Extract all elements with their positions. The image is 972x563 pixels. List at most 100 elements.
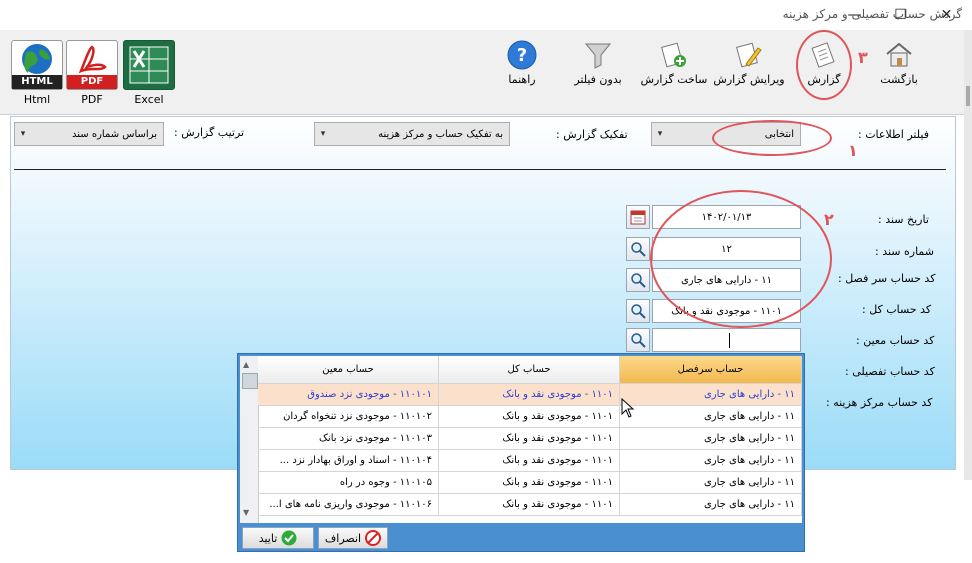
confirm-button[interactable]: تایید	[242, 527, 314, 549]
cost-center-label: کد حساب مرکز هزینه :	[826, 396, 933, 409]
html-label: Html	[23, 93, 51, 106]
annotation-ellipse-1	[712, 120, 832, 156]
specific-account-label: کد حساب معین :	[856, 334, 935, 347]
annotation-ellipse-3	[796, 30, 852, 100]
edit-report-button[interactable]: ویرایش گزارش	[712, 40, 786, 110]
home-icon	[886, 42, 912, 67]
export-excel-button[interactable]: Excel	[123, 40, 175, 110]
pdf-label: PDF	[81, 93, 103, 106]
back-button[interactable]: بازگشت	[876, 40, 922, 110]
search-icon	[631, 273, 646, 288]
add-report-icon	[661, 42, 686, 68]
doc-number-search-button[interactable]	[626, 237, 650, 261]
excel-label: Excel	[134, 93, 164, 106]
cancel-label: انصراف	[324, 531, 362, 545]
header-account-label: کد حساب سر فصل :	[838, 272, 936, 285]
header-account-search-button[interactable]	[626, 268, 650, 292]
general-account-search-button[interactable]	[626, 299, 650, 323]
back-label: بازگشت	[880, 73, 918, 86]
column-header-specific-account[interactable]: حساب معین	[258, 356, 439, 384]
search-icon	[631, 333, 646, 348]
doc-date-label: تاریخ سند :	[878, 213, 929, 226]
table-cell[interactable]: ۱۱۰۱ - موجودی نقد و بانک	[439, 472, 620, 494]
lookup-grid: ▲ ▼ حساب سرفصل حساب کل حساب معین ۱۱ - دا…	[240, 356, 802, 523]
toolbar: HTML Html PDF PDF Excel ? راهنما بدون فی…	[0, 30, 972, 115]
svg-text:?: ?	[517, 45, 527, 66]
general-account-label: کد حساب کل :	[862, 303, 932, 316]
info-filter-label: فیلتر اطلاعات :	[858, 128, 929, 141]
order-label: ترتیب گزارش :	[174, 126, 245, 139]
table-cell[interactable]: ۱۱ - دارایی های جاری	[620, 450, 802, 472]
order-value: براساس شماره سند	[72, 128, 157, 140]
search-icon	[631, 304, 646, 319]
table-cell[interactable]: ۱۱۰۱ - موجودی نقد و بانک	[439, 384, 620, 406]
table-cell[interactable]: ۱۱۰۱ - موجودی نقد و بانک	[439, 428, 620, 450]
chevron-down-icon: ▾	[657, 129, 663, 139]
table-cell[interactable]: ۱۱ - دارایی های جاری	[620, 472, 802, 494]
no-filter-button[interactable]: بدون فیلتر	[568, 40, 628, 110]
title-bar: — ☐ ✕ گردش حساب تفصیلی و مرکز هزینه	[0, 0, 972, 30]
table-cell[interactable]: ۱۱۰۱ - موجودی نقد و بانک	[439, 406, 620, 428]
edit-report-label: ویرایش گزارش	[713, 73, 785, 86]
help-button[interactable]: ? راهنما	[500, 40, 544, 110]
annotation-number-2: ۲	[824, 210, 834, 229]
scroll-up-icon[interactable]: ▲	[243, 360, 249, 369]
chevron-down-icon: ▾	[20, 129, 26, 139]
scroll-thumb[interactable]	[242, 373, 258, 389]
pdf-badge: PDF	[80, 76, 104, 87]
mouse-pointer-icon	[621, 398, 635, 418]
table-cell[interactable]: ۱۱ - دارایی های جاری	[620, 406, 802, 428]
account-lookup-popup: ▲ ▼ حساب سرفصل حساب کل حساب معین ۱۱ - دا…	[237, 353, 805, 552]
check-icon	[281, 530, 297, 546]
build-report-label: ساخت گزارش	[640, 73, 708, 86]
order-select[interactable]: براساس شماره سند ▾	[14, 122, 164, 146]
funnel-icon	[584, 43, 612, 69]
help-icon: ?	[507, 40, 537, 70]
breakdown-select[interactable]: به تفکیک حساب و مرکز هزینه ▾	[314, 122, 510, 146]
calendar-button[interactable]	[626, 205, 650, 229]
breakdown-value: به تفکیک حساب و مرکز هزینه	[378, 128, 503, 140]
specific-account-search-button[interactable]	[626, 328, 650, 352]
table-cell[interactable]: ۱۱۰۱۰۵ - وجوه در راه	[258, 472, 439, 494]
scroll-down-icon[interactable]: ▼	[243, 508, 249, 517]
text-cursor	[729, 333, 730, 348]
html-badge: HTML	[21, 76, 53, 87]
confirm-label: تایید	[258, 531, 278, 545]
window-title: گردش حساب تفصیلی و مرکز هزینه	[782, 7, 962, 21]
search-icon	[631, 242, 646, 257]
build-report-button[interactable]: ساخت گزارش	[640, 40, 708, 110]
table-cell[interactable]: ۱۱۰۱۰۱ - موجودی نزد صندوق	[258, 384, 439, 406]
table-cell[interactable]: ۱۱۰۱۰۲ - موجودی نزد تنخواه گردان	[258, 406, 439, 428]
table-cell[interactable]: ۱۱ - دارایی های جاری	[620, 384, 802, 406]
doc-number-label: شماره سند :	[875, 245, 935, 258]
table-cell[interactable]: ۱۱۰۱ - موجودی نقد و بانک	[439, 450, 620, 472]
scroll-thumb[interactable]	[966, 86, 970, 106]
specific-account-input[interactable]	[652, 328, 801, 352]
table-cell[interactable]: ۱۱۰۱۰۶ - موجودی واریزی نامه های ا...	[258, 494, 439, 516]
column-header-header-account[interactable]: حساب سرفصل	[620, 356, 802, 384]
divider	[14, 169, 946, 170]
no-filter-label: بدون فیلتر	[574, 73, 622, 86]
cancel-button[interactable]: انصراف	[318, 527, 388, 549]
table-cell[interactable]: ۱۱۰۱۰۴ - اسناد و اوراق بهادار نزد ...	[258, 450, 439, 472]
export-html-button[interactable]: HTML Html	[11, 40, 63, 110]
excel-file-icon	[123, 40, 175, 90]
table-cell[interactable]: ۱۱ - دارایی های جاری	[620, 494, 802, 516]
table-cell[interactable]: ۱۱۰۱۰۳ - موجودی نزد بانک	[258, 428, 439, 450]
lookup-scrollbar[interactable]: ▲ ▼	[240, 356, 259, 523]
cancel-icon	[365, 530, 382, 546]
help-label: راهنما	[508, 73, 536, 86]
table-cell[interactable]: ۱۱۰۱ - موجودی نقد و بانک	[439, 494, 620, 516]
edit-report-icon	[736, 42, 762, 68]
annotation-ellipse-2	[650, 190, 832, 328]
column-header-general-account[interactable]: حساب کل	[439, 356, 620, 384]
pdf-file-icon: PDF	[66, 40, 118, 90]
annotation-number-3: ۳	[858, 48, 868, 67]
breakdown-label: تفکیک گزارش :	[556, 128, 628, 141]
chevron-down-icon: ▾	[320, 129, 326, 139]
html-file-icon: HTML	[11, 40, 63, 90]
export-pdf-button[interactable]: PDF PDF	[66, 40, 118, 110]
annotation-number-1: ۱	[848, 141, 858, 160]
table-cell[interactable]: ۱۱ - دارایی های جاری	[620, 428, 802, 450]
detail-account-label: کد حساب تفصیلی :	[845, 365, 935, 378]
